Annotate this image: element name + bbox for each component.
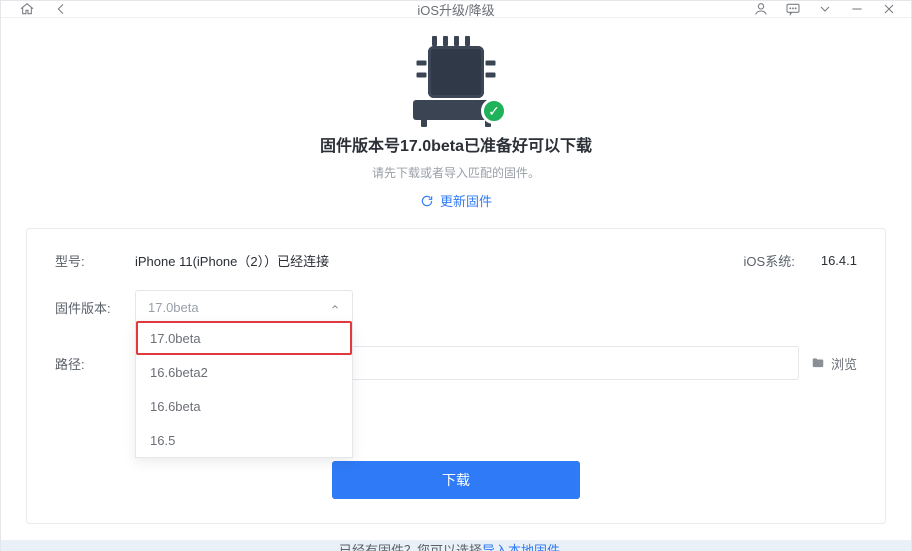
back-icon[interactable] bbox=[53, 1, 69, 17]
ios-value: 16.4.1 bbox=[821, 253, 857, 268]
model-label: 型号: bbox=[55, 251, 121, 270]
path-label: 路径: bbox=[55, 354, 121, 373]
footer-suffix: 。 bbox=[560, 540, 573, 551]
fw-option[interactable]: 16.6beta bbox=[136, 389, 352, 423]
titlebar-right bbox=[753, 1, 897, 17]
ios-label: iOS系统: bbox=[744, 251, 795, 270]
close-icon[interactable] bbox=[881, 1, 897, 17]
model-value: iPhone 11(iPhone（2））已经连接 bbox=[135, 251, 329, 270]
import-local-firmware-link[interactable]: 导入本地固件 bbox=[482, 540, 560, 551]
fw-option[interactable]: 16.6beta2 bbox=[136, 355, 352, 389]
browse-button[interactable]: 浏览 bbox=[811, 354, 857, 373]
home-icon[interactable] bbox=[19, 1, 35, 17]
browse-label: 浏览 bbox=[831, 354, 857, 373]
minimize-icon[interactable] bbox=[849, 1, 865, 17]
refresh-firmware-link[interactable]: 更新固件 bbox=[420, 191, 492, 210]
user-icon[interactable] bbox=[753, 1, 769, 17]
footer-bar: 已经有固件？您可以选择 导入本地固件 。 bbox=[1, 540, 911, 551]
firmware-panel: 型号: iPhone 11(iPhone（2））已经连接 iOS系统: 16.4… bbox=[26, 228, 886, 524]
sub-text: 请先下载或者导入匹配的固件。 bbox=[372, 164, 540, 181]
download-button[interactable]: 下载 bbox=[332, 461, 580, 499]
chip-icon bbox=[428, 46, 484, 98]
titlebar: iOS升级/降级 bbox=[1, 1, 911, 18]
message-icon[interactable] bbox=[785, 1, 801, 17]
refresh-label: 更新固件 bbox=[440, 191, 492, 210]
main-heading: 固件版本号17.0beta已准备好可以下载 bbox=[320, 132, 592, 156]
chevron-up-icon bbox=[330, 300, 340, 315]
firmware-illustration: ✓ bbox=[409, 40, 503, 120]
fw-label: 固件版本: bbox=[55, 298, 121, 317]
fw-selected: 17.0beta bbox=[148, 300, 199, 315]
firmware-version-row: 固件版本: 17.0beta bbox=[55, 290, 857, 324]
download-label: 下载 bbox=[442, 472, 470, 488]
firmware-version-select[interactable]: 17.0beta bbox=[135, 290, 353, 324]
fw-option[interactable]: 16.5 bbox=[136, 423, 352, 457]
check-badge-icon: ✓ bbox=[481, 98, 507, 124]
body: ✓ 固件版本号17.0beta已准备好可以下载 请先下载或者导入匹配的固件。 更… bbox=[1, 18, 911, 540]
footer-prefix: 已经有固件？您可以选择 bbox=[339, 540, 482, 551]
folder-icon bbox=[811, 356, 825, 370]
menu-chevron-icon[interactable] bbox=[817, 1, 833, 17]
refresh-icon bbox=[420, 194, 434, 208]
fw-option[interactable]: 17.0beta bbox=[136, 321, 352, 355]
firmware-version-dropdown: 17.0beta 16.6beta2 16.6beta 16.5 bbox=[135, 321, 353, 458]
app-window: iOS升级/降级 ✓ 固件版本 bbox=[0, 0, 912, 551]
titlebar-left bbox=[19, 1, 69, 17]
device-row: 型号: iPhone 11(iPhone（2））已经连接 iOS系统: 16.4… bbox=[55, 251, 857, 270]
